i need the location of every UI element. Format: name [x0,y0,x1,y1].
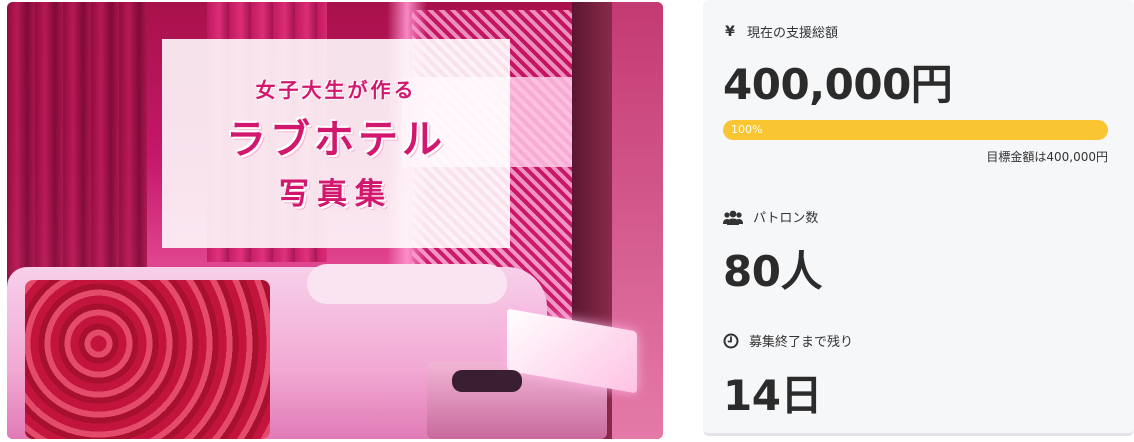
pillow [307,264,507,304]
funding-label-row: ¥ 現在の支援総額 [723,22,1108,42]
funding-progress-bar: 100% [723,120,1108,140]
funding-progress-fill: 100% [723,120,1108,140]
patrons-label: パトロン数 [753,211,819,226]
hero-title: ラブホテル [226,117,446,163]
remaining-block: 募集終了まで残り 14日 [723,331,1108,423]
funding-block: ¥ 現在の支援総額 400,000円 100% 目標金額は400,000円 [723,22,1108,165]
patrons-block: パトロン数 80人 [723,207,1108,299]
remaining-label-row: 募集終了まで残り [723,331,1108,350]
funding-label: 現在の支援総額 [747,26,839,41]
clock-icon [723,333,739,349]
funding-amount: 400,000円 [723,60,953,109]
remaining-days: 14日 [723,371,822,420]
project-hero-image: 女子大生が作る ラブホテル 写真集 [7,2,663,439]
stats-panel: ¥ 現在の支援総額 400,000円 100% 目標金額は400,000円 パト… [703,0,1134,436]
hero-title-card: 女子大生が作る ラブホテル 写真集 [162,39,510,248]
patrons-count: 80人 [723,247,822,296]
users-icon [723,209,743,225]
yen-icon: ¥ [725,23,735,40]
goal-amount: 目標金額は400,000円 [986,150,1108,164]
bedspread [25,280,270,439]
curtain-left [7,2,147,302]
patrons-label-row: パトロン数 [723,207,1108,226]
remaining-label: 募集終了まで残り [749,335,854,350]
hero-subtitle: 女子大生が作る [255,78,417,102]
telephone [452,370,522,392]
hero-title-suffix: 写真集 [279,177,393,212]
